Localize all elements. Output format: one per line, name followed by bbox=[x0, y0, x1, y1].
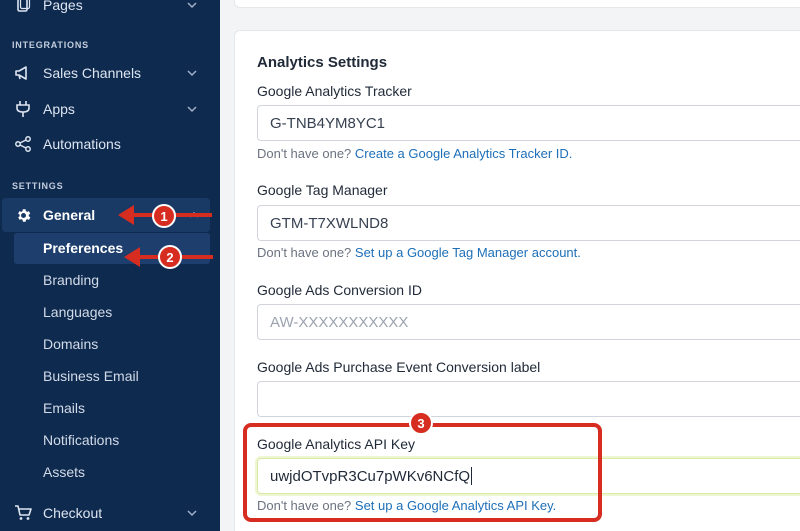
highlight-api-key-box bbox=[243, 423, 602, 522]
sidebar-subitem-branding[interactable]: Branding bbox=[43, 272, 99, 288]
create-tracker-link[interactable]: Create a Google Analytics Tracker ID. bbox=[355, 146, 572, 161]
purchase-input[interactable] bbox=[257, 381, 800, 417]
plug-icon bbox=[14, 100, 32, 118]
sidebar-subitem-languages[interactable]: Languages bbox=[43, 304, 112, 320]
chevron-down-icon bbox=[187, 510, 197, 517]
sidebar-item-apps[interactable]: Apps bbox=[0, 92, 220, 126]
previous-settings-card bbox=[234, 0, 800, 8]
sidebar-subitem-assets[interactable]: Assets bbox=[43, 464, 85, 480]
sidebar-item-label: Pages bbox=[43, 0, 83, 13]
sidebar-item-label: Checkout bbox=[43, 505, 103, 521]
help-text: Don't have one? bbox=[257, 146, 352, 161]
tracker-help: Don't have one? Create a Google Analytic… bbox=[257, 146, 572, 161]
content-gutter bbox=[220, 0, 234, 531]
section-heading-integrations: INTEGRATIONS bbox=[12, 40, 89, 50]
gtm-input[interactable]: GTM-T7XWLND8 bbox=[257, 205, 800, 241]
share-nodes-icon bbox=[14, 135, 32, 153]
megaphone-icon bbox=[14, 64, 32, 82]
sidebar-subitem-emails[interactable]: Emails bbox=[43, 400, 85, 416]
ads-conversion-label: Google Ads Conversion ID bbox=[257, 282, 422, 298]
gear-icon bbox=[14, 206, 32, 224]
chevron-down-icon bbox=[187, 106, 197, 113]
sidebar-item-general[interactable]: General bbox=[2, 198, 210, 232]
chevron-down-icon bbox=[187, 70, 197, 77]
purchase-label: Google Ads Purchase Event Conversion lab… bbox=[257, 359, 541, 375]
section-heading-settings: SETTINGS bbox=[12, 181, 64, 191]
step-2-badge: 2 bbox=[158, 245, 182, 269]
sidebar-item-checkout[interactable]: Checkout bbox=[0, 496, 220, 530]
ads-conversion-input[interactable]: AW-XXXXXXXXXXX bbox=[257, 304, 800, 340]
help-text: Don't have one? bbox=[257, 245, 352, 260]
step-3-badge: 3 bbox=[409, 411, 433, 435]
sidebar-item-label: General bbox=[43, 207, 96, 223]
sidebar-subitem-label: Preferences bbox=[43, 240, 124, 256]
tracker-input[interactable]: G-TNB4YM8YC1 bbox=[257, 105, 800, 141]
sidebar-item-sales-channels[interactable]: Sales Channels bbox=[0, 56, 220, 90]
chevron-down-icon bbox=[187, 2, 197, 9]
step-1-badge: 1 bbox=[152, 204, 176, 228]
sidebar-subitem-notifications[interactable]: Notifications bbox=[43, 432, 119, 448]
section-title: Analytics Settings bbox=[257, 54, 388, 71]
setup-gtm-link[interactable]: Set up a Google Tag Manager account. bbox=[355, 245, 581, 260]
sidebar-item-label: Sales Channels bbox=[43, 65, 142, 81]
sidebar-item-pages[interactable]: Pages bbox=[0, 0, 220, 22]
sidebar-item-automations[interactable]: Automations bbox=[0, 127, 220, 161]
sidebar-subitem-domains[interactable]: Domains bbox=[43, 336, 98, 352]
sidebar: Pages INTEGRATIONS Sales Channels Apps A… bbox=[0, 0, 220, 531]
gtm-help: Don't have one? Set up a Google Tag Mana… bbox=[257, 245, 581, 260]
chevron-up-icon bbox=[189, 211, 199, 218]
sidebar-subitem-business-email[interactable]: Business Email bbox=[43, 368, 139, 384]
pages-icon bbox=[14, 0, 32, 14]
sidebar-item-label: Apps bbox=[43, 101, 75, 117]
gtm-label: Google Tag Manager bbox=[257, 182, 388, 198]
cart-icon bbox=[14, 504, 32, 522]
sidebar-item-label: Automations bbox=[43, 136, 121, 152]
tracker-label: Google Analytics Tracker bbox=[257, 83, 412, 99]
